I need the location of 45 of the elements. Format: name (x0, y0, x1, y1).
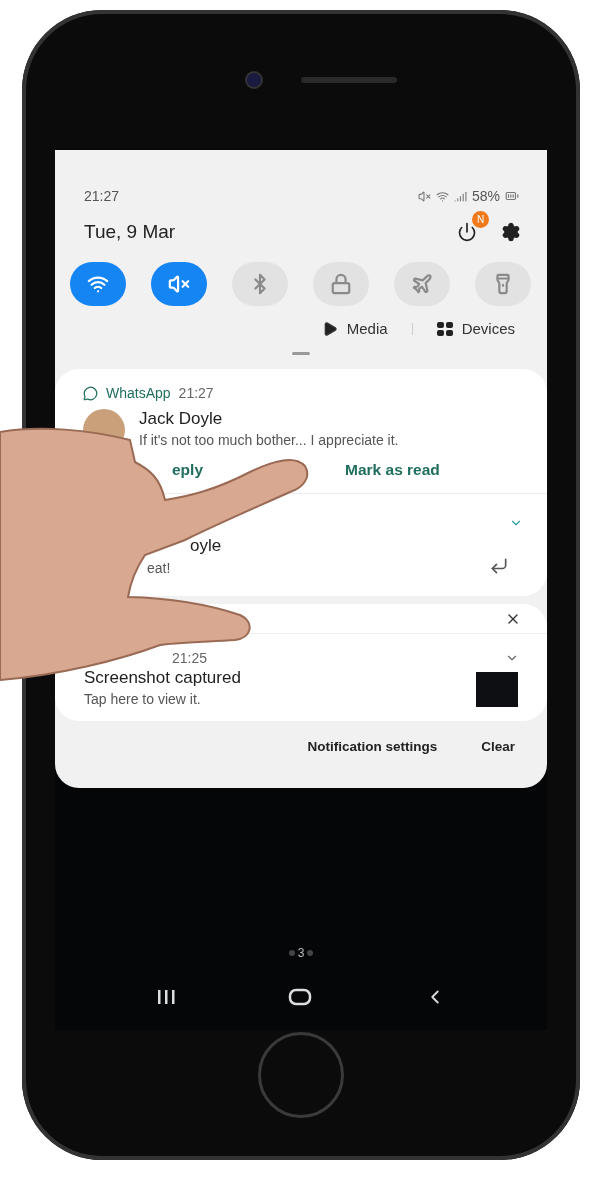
page-number: 3 (297, 946, 305, 960)
message-text: eat! (147, 560, 172, 576)
notification-text: Tap here to view it. (84, 691, 202, 707)
bluetooth-toggle[interactable] (232, 262, 288, 306)
recent-apps-button[interactable] (156, 989, 176, 1005)
airplane-toggle[interactable] (394, 262, 450, 306)
media-button[interactable]: Media (321, 320, 388, 337)
screenshot-thumbnail[interactable] (476, 672, 518, 707)
camera-icon (245, 71, 263, 89)
app-name: WhatsApp (106, 385, 171, 401)
chat-icon (83, 385, 98, 401)
lock-toggle[interactable] (313, 262, 369, 306)
flashlight-toggle[interactable] (475, 262, 531, 306)
airplane-icon (411, 273, 433, 295)
grid-icon (436, 320, 453, 337)
notification-title: Screenshot captured (84, 668, 241, 688)
battery-icon (505, 189, 519, 203)
date-text: Tue, 9 Mar (84, 221, 176, 243)
page-dot (288, 950, 295, 956)
notification-action[interactable]: Mark as read (345, 461, 440, 479)
status-time: 21:27 (84, 188, 120, 204)
mute-toggle[interactable] (151, 262, 207, 306)
wifi-toggle[interactable] (70, 262, 126, 306)
signal-icon (453, 189, 467, 203)
clear-button[interactable]: Clear (481, 739, 515, 754)
lock-icon (330, 273, 352, 295)
devices-button[interactable]: Devices (436, 320, 515, 337)
sender-name: oyle (190, 536, 222, 556)
notification-action[interactable]: eply (172, 461, 203, 479)
notification-time: 21:25 (172, 650, 208, 666)
page-dot (307, 950, 314, 956)
notification-time: 21:27 (178, 385, 214, 401)
message-text: If it's not too much bother... I appreciate it. (139, 432, 399, 448)
drag-handle[interactable] (292, 352, 310, 355)
home-button[interactable] (288, 988, 312, 1006)
settings-button[interactable] (501, 222, 521, 242)
mute-icon (417, 189, 431, 203)
power-button[interactable] (457, 222, 477, 242)
reply-icon[interactable] (489, 556, 509, 576)
notification-settings-button[interactable]: Notification settings (307, 739, 438, 754)
notification-badge: N (472, 211, 489, 228)
battery-percent: 58% (471, 188, 500, 204)
wifi-icon (435, 189, 449, 203)
mute-icon (168, 273, 190, 295)
sender-name: Jack Doyle (139, 409, 224, 429)
